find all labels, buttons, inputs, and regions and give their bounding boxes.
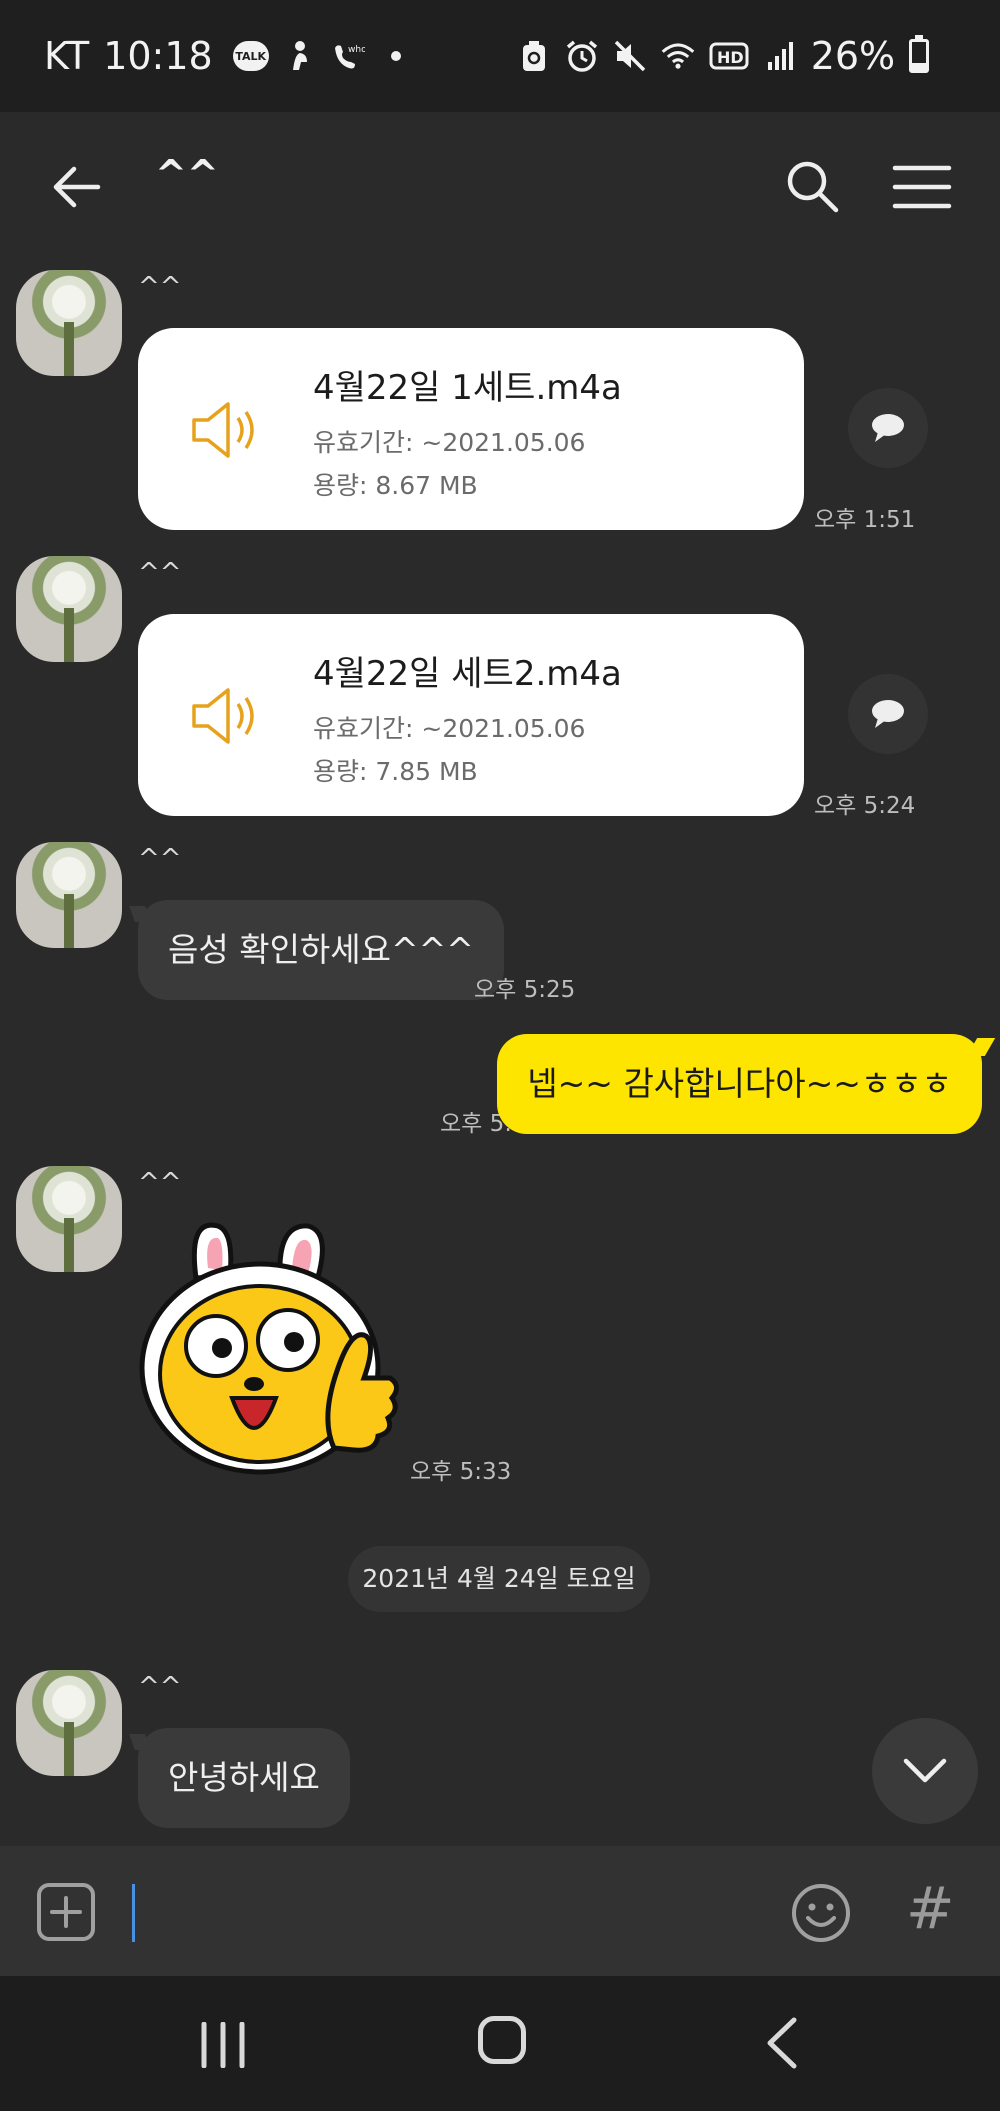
clock-label: 10:18 <box>103 34 213 78</box>
file-expiry: 유효기간: ~2021.05.06 <box>313 428 586 457</box>
incoming-message-bubble[interactable]: 안녕하세요 <box>138 1728 350 1828</box>
status-left: KT 10:18 TALK who HD 26% <box>44 34 930 78</box>
svg-text:who: who <box>348 45 365 55</box>
speech-bubble-icon <box>872 700 904 728</box>
dot-icon <box>379 39 413 73</box>
notification-icons: TALK who <box>232 39 413 73</box>
text-cursor <box>132 1884 135 1942</box>
whowho-icon: who <box>331 39 365 73</box>
file-name: 4월22일 세트2.m4a <box>313 654 622 694</box>
wifi-icon <box>661 39 695 73</box>
sender-name: ^^ <box>138 558 182 588</box>
date-divider: 2021년 4월 24일 토요일 <box>348 1546 650 1612</box>
sender-name: ^^ <box>138 844 182 874</box>
back-arrow-icon <box>53 166 101 208</box>
plus-icon <box>37 1883 95 1941</box>
incoming-message-bubble[interactable]: 음성 확인하세요^^^ <box>138 900 504 1000</box>
message-time: 오후 5:25 <box>474 977 576 1003</box>
hashtag-button[interactable]: # <box>906 1874 955 1942</box>
system-icons: HD 26% <box>517 34 930 78</box>
message-input-bar: # <box>0 1846 1000 1976</box>
talk-icon: TALK <box>232 41 269 71</box>
chat-title[interactable]: ^^ <box>155 152 219 196</box>
back-button[interactable] <box>50 160 104 214</box>
scroll-to-bottom-button[interactable] <box>872 1718 978 1824</box>
rabbit-hood-thumbs-up-sticker[interactable] <box>138 1218 408 1482</box>
file-name: 4월22일 1세트.m4a <box>313 368 622 408</box>
hd-icon: HD <box>709 39 749 73</box>
message-time: 오후 5:24 <box>814 793 916 819</box>
alarm-icon <box>565 39 599 73</box>
share-button[interactable] <box>848 388 928 468</box>
sender-name: ^^ <box>138 1672 182 1702</box>
speaker-icon <box>192 402 254 458</box>
avatar[interactable] <box>16 1670 122 1776</box>
menu-icon <box>892 165 952 209</box>
recycle-icon <box>517 39 551 73</box>
speaker-icon <box>192 688 254 744</box>
file-size: 용량: 7.85 MB <box>313 757 478 786</box>
sender-name: ^^ <box>138 1168 182 1198</box>
avatar[interactable] <box>16 1166 122 1272</box>
home-button[interactable] <box>478 2016 526 2064</box>
signal-icon <box>763 39 797 73</box>
system-nav-bar <box>0 1976 1000 2111</box>
search-button[interactable] <box>784 158 840 214</box>
file-message[interactable]: 4월22일 1세트.m4a 유효기간: ~2021.05.06 용량: 8.67… <box>138 328 804 530</box>
fitness-icon <box>283 39 317 73</box>
file-expiry: 유효기간: ~2021.05.06 <box>313 714 586 743</box>
message-time: 오후 1:51 <box>814 507 916 533</box>
menu-button[interactable] <box>892 164 952 210</box>
mute-icon <box>613 39 647 73</box>
chevron-left-icon <box>767 2017 797 2069</box>
nav-back-button[interactable] <box>762 2016 802 2070</box>
battery-level <box>912 62 927 70</box>
recents-button[interactable] <box>198 2021 248 2069</box>
chevron-down-icon <box>903 1758 947 1783</box>
attach-button[interactable] <box>36 1882 96 1942</box>
search-icon <box>787 161 839 213</box>
share-button[interactable] <box>848 674 928 754</box>
speech-bubble-icon <box>872 414 904 442</box>
outgoing-message-bubble[interactable]: 넵~~ 감사합니다아~~ㅎㅎㅎ <box>497 1034 982 1134</box>
sender-name: ^^ <box>138 272 182 302</box>
file-size: 용량: 8.67 MB <box>313 471 478 500</box>
file-message[interactable]: 4월22일 세트2.m4a 유효기간: ~2021.05.06 용량: 7.85… <box>138 614 804 816</box>
emoji-button[interactable] <box>790 1882 852 1944</box>
chat-header: ^^ <box>0 112 1000 262</box>
recents-icon <box>201 2021 245 2069</box>
status-bar: KT 10:18 TALK who HD 26% <box>0 0 1000 112</box>
carrier-label: KT <box>44 34 90 78</box>
avatar[interactable] <box>16 842 122 948</box>
message-input[interactable] <box>130 1876 774 1948</box>
svg-text:HD: HD <box>717 48 744 67</box>
avatar[interactable] <box>16 556 122 662</box>
avatar[interactable] <box>16 270 122 376</box>
message-time: 오후 5:33 <box>410 1459 512 1485</box>
battery-percent: 26% <box>810 34 896 78</box>
emoji-icon <box>792 1884 850 1942</box>
battery-icon <box>909 35 930 73</box>
